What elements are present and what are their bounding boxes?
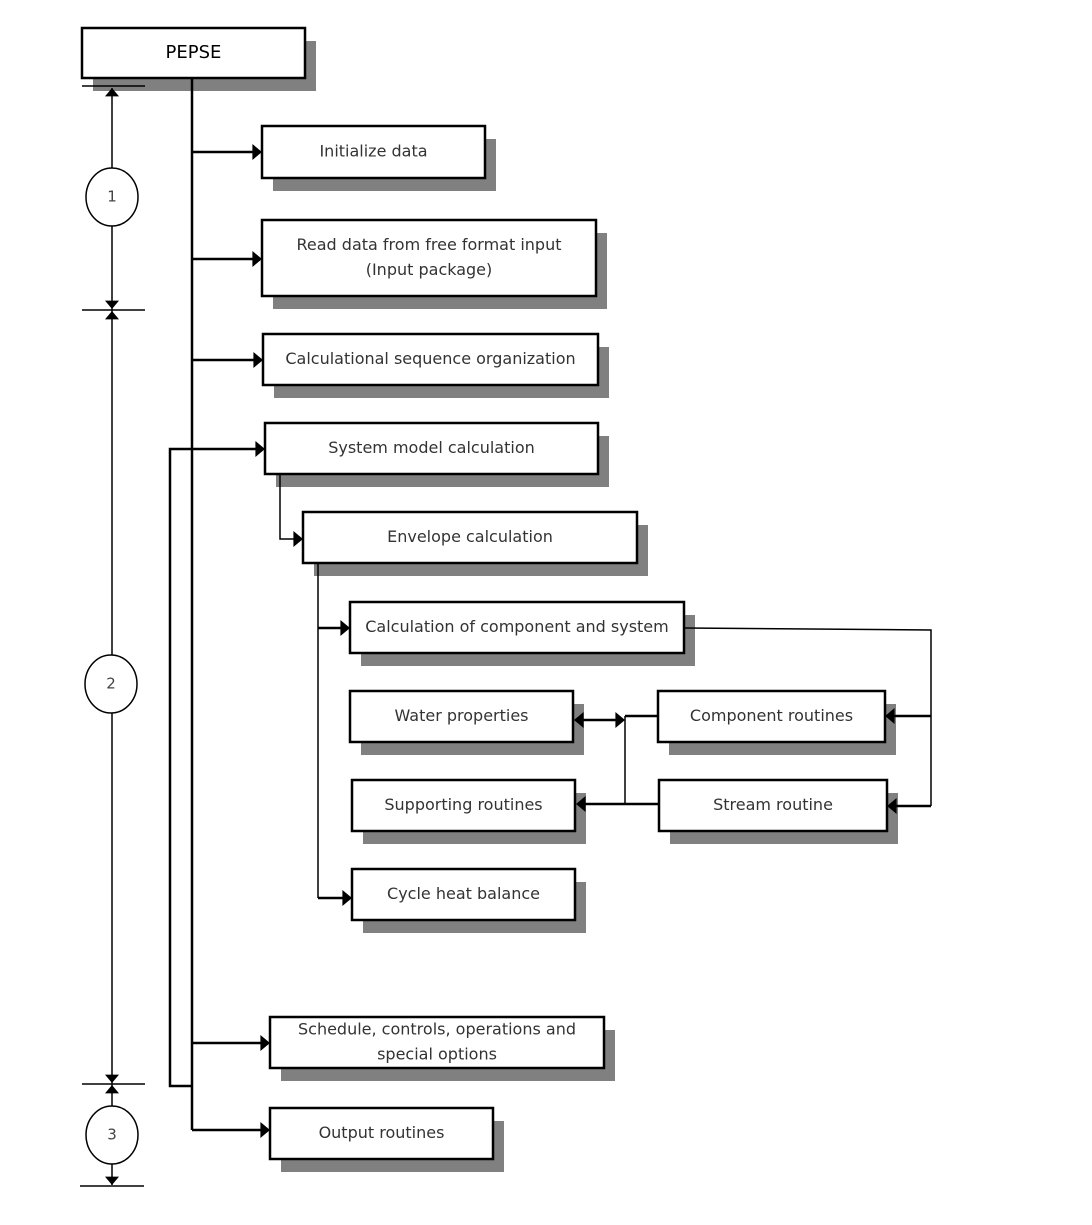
phase-arrow-1-end-icon [105,300,119,309]
initialize-box: Initialize data [260,124,487,180]
water-properties-box: Water properties [348,689,575,744]
phase-1-marker: 1 [85,167,139,227]
pepse-flowchart: PEPSE Initialize data Read data from free … [80,26,932,1187]
phase-3-marker: 3 [85,1105,139,1165]
schedule-label: special options [377,1045,497,1064]
schedule-label: Schedule, controls, operations and [298,1020,576,1039]
cycle-heat-balance-box: Cycle heat balance [350,867,577,922]
component-system-box: Calculation of component and system [348,600,686,655]
calc-sequence-box: Calculational sequence organization [261,332,600,387]
system-model-box: System model calculation [263,421,600,476]
output-label: Output routines [319,1123,445,1142]
phase-arrow-3-start-icon [105,1085,119,1094]
phase-arrow-2-end-icon [105,1074,119,1083]
phase-arrow-2-start-icon [105,311,119,320]
component-routines-box: Component routines [656,689,887,744]
arrow-output-icon [260,1122,270,1138]
initialize-label: Initialize data [319,142,427,161]
supporting-routines-box: Supporting routines [350,778,577,833]
read-data-label: (Input package) [366,260,493,279]
arrow-envelope-icon [293,531,303,547]
stream-routine-box: Stream routine [657,778,889,833]
arrow-component-system-icon [340,620,350,636]
phase-2-label: 2 [106,675,116,693]
arrow-cycle-heat-icon [342,890,352,906]
supporting-routines-label: Supporting routines [384,795,542,814]
arrow-read-data-icon [252,251,262,267]
read-data-box: Read data from free format input (Input p… [260,218,598,298]
arrow-calc-sequence-icon [253,352,263,368]
phase-3-label: 3 [107,1126,117,1144]
water-properties-label: Water properties [394,706,528,725]
component-system-label: Calculation of component and system [365,617,668,636]
phase-1-label: 1 [107,188,117,206]
output-box: Output routines [268,1106,495,1161]
phase-arrow-bottom-icon [105,1176,119,1185]
envelope-box: Envelope calculation [301,510,639,565]
cycle-heat-balance-label: Cycle heat balance [387,884,540,903]
arrow-junction-icon [615,712,625,728]
phase-2-marker: 2 [84,654,138,714]
pepse-root-label: PEPSE [166,42,222,63]
arrow-system-model-icon [255,441,265,457]
calc-sequence-label: Calculational sequence organization [285,349,575,368]
arrow-initialize-icon [252,144,262,160]
pepse-root-box: PEPSE [80,26,307,80]
schedule-box: Schedule, controls, operations and specia… [268,1015,606,1070]
arrow-schedule-icon [260,1035,270,1051]
read-data-label: Read data from free format input [297,235,562,254]
envelope-label: Envelope calculation [387,527,553,546]
loop-back-line [168,447,257,1088]
system-model-label: System model calculation [328,438,535,457]
component-routines-label: Component routines [690,706,853,725]
stream-routine-label: Stream routine [713,795,833,814]
